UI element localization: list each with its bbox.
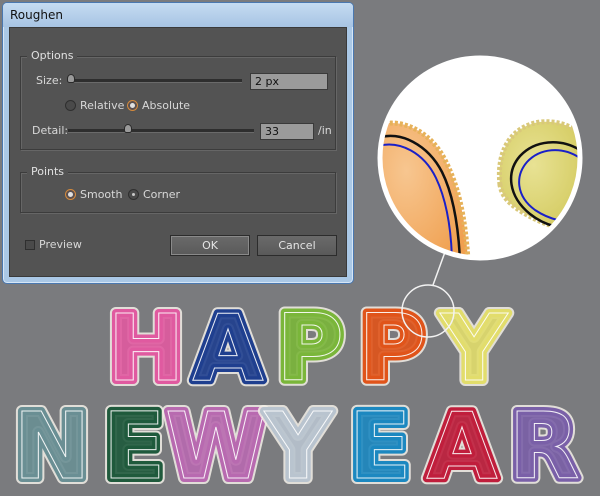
svg-text:A: A bbox=[426, 393, 497, 496]
letter-r: RRR bbox=[503, 387, 586, 496]
svg-text:A: A bbox=[192, 295, 263, 402]
svg-text:Y: Y bbox=[440, 295, 509, 402]
svg-text:Y: Y bbox=[264, 393, 333, 496]
new-year-word: NNN EEE WWWYYY EEE AAA RRR bbox=[8, 387, 586, 496]
svg-text:P: P bbox=[358, 295, 425, 402]
letter-e: EEE bbox=[343, 387, 418, 496]
letter-h: HHH bbox=[102, 289, 191, 408]
svg-text:E: E bbox=[103, 393, 166, 496]
svg-text:P: P bbox=[276, 295, 343, 402]
svg-text:R: R bbox=[509, 393, 580, 496]
letter-a: AAA bbox=[420, 387, 503, 496]
zoom-magnifier bbox=[377, 55, 583, 261]
happy-word: HHH AAA PPP PPP YYY bbox=[102, 289, 515, 408]
letter-a: AAA bbox=[186, 289, 269, 408]
letter-n: NNN bbox=[8, 387, 97, 496]
svg-text:H: H bbox=[108, 295, 185, 402]
svg-text:W: W bbox=[165, 393, 266, 496]
letter-y: YYY bbox=[434, 289, 515, 408]
letter-y: YYY bbox=[258, 387, 339, 496]
artwork-canvas: HHH AAA PPP PPP YYY NNN EEE WWWYYY EEE AAA RRR bbox=[8, 55, 586, 496]
letter-e: EEE bbox=[97, 387, 172, 496]
letter-p: PPP bbox=[352, 289, 431, 408]
zoom-connector bbox=[432, 251, 446, 286]
svg-text:N: N bbox=[14, 393, 91, 496]
svg-text:E: E bbox=[349, 393, 412, 496]
letter-w: WWW bbox=[159, 387, 272, 496]
letter-p: PPP bbox=[270, 289, 349, 408]
